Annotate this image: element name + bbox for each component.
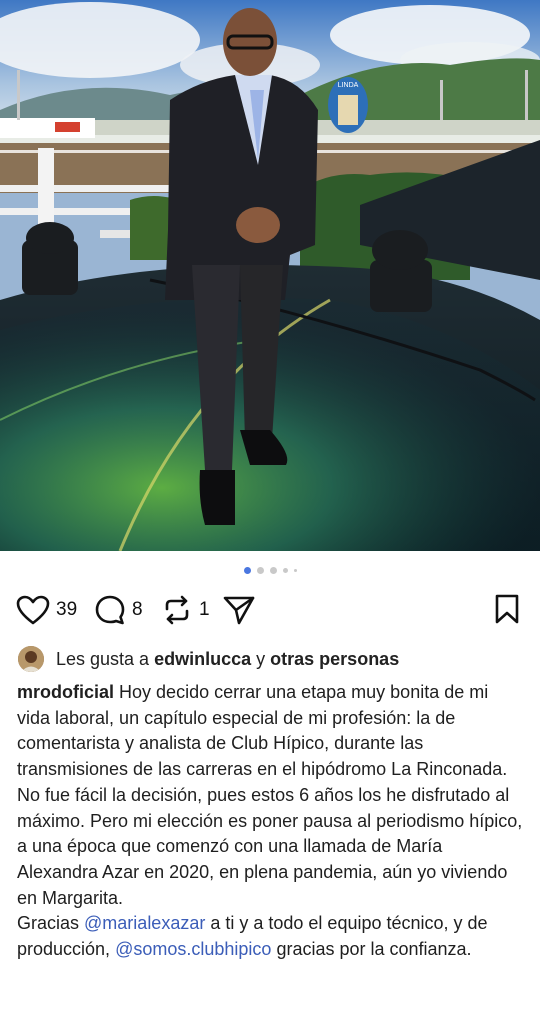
liked-by-text: Les gusta a edwinlucca y otras personas [56, 649, 399, 670]
carousel-dot-3[interactable] [269, 566, 277, 574]
avatar[interactable] [18, 646, 44, 672]
action-bar: 39 8 1 [0, 592, 540, 628]
carousel-dot-4[interactable] [282, 567, 288, 573]
caption-thanks-suffix: gracias por la confianza. [276, 939, 472, 960]
caption-thanks-prefix: Gracias [17, 913, 80, 934]
heart-icon[interactable] [16, 595, 50, 625]
mention-link-2[interactable]: @somos.clubhipico [115, 939, 271, 959]
repost-count[interactable]: 1 [199, 599, 210, 621]
mention-link-1[interactable]: @marialexazar [84, 913, 205, 933]
share-action [222, 592, 256, 628]
comment-action: 8 [94, 592, 143, 628]
comment-icon[interactable] [94, 594, 126, 626]
repost-icon[interactable] [161, 594, 193, 626]
like-action: 39 [16, 592, 77, 628]
post-caption: mrodoficial Hoy decido cerrar una etapa … [17, 680, 525, 963]
track-sign-text: LINDA [338, 82, 359, 89]
comment-count[interactable]: 8 [132, 599, 143, 621]
liked-by-prefix: Les gusta a [56, 648, 150, 669]
carousel-dot-5[interactable] [293, 568, 297, 572]
carousel-dot-1[interactable] [243, 566, 251, 574]
share-icon[interactable] [222, 594, 256, 626]
liked-by-user[interactable]: edwinlucca [154, 649, 251, 669]
bookmark-action [494, 594, 520, 629]
like-count[interactable]: 39 [56, 599, 77, 621]
carousel-indicator [0, 565, 540, 575]
caption-paragraph-3: Gracias @marialexazar a ti y a todo el e… [17, 911, 525, 962]
liked-by[interactable]: Les gusta a edwinlucca y otras personas [18, 645, 399, 673]
post-photo[interactable]: LINDA [0, 0, 540, 551]
bookmark-icon[interactable] [494, 594, 520, 624]
liked-by-connector: y [256, 648, 266, 669]
avatar-image [18, 646, 44, 672]
repost-action: 1 [161, 592, 210, 628]
caption-username[interactable]: mrodoficial [17, 682, 114, 702]
liked-by-others[interactable]: otras personas [270, 649, 399, 669]
caption-paragraph-2: No fue fácil la decisión, pues estos 6 a… [17, 784, 523, 908]
photo-scene: LINDA [0, 0, 540, 551]
caption-paragraph-1: mrodoficial Hoy decido cerrar una etapa … [17, 680, 525, 783]
carousel-dot-2[interactable] [256, 566, 264, 574]
